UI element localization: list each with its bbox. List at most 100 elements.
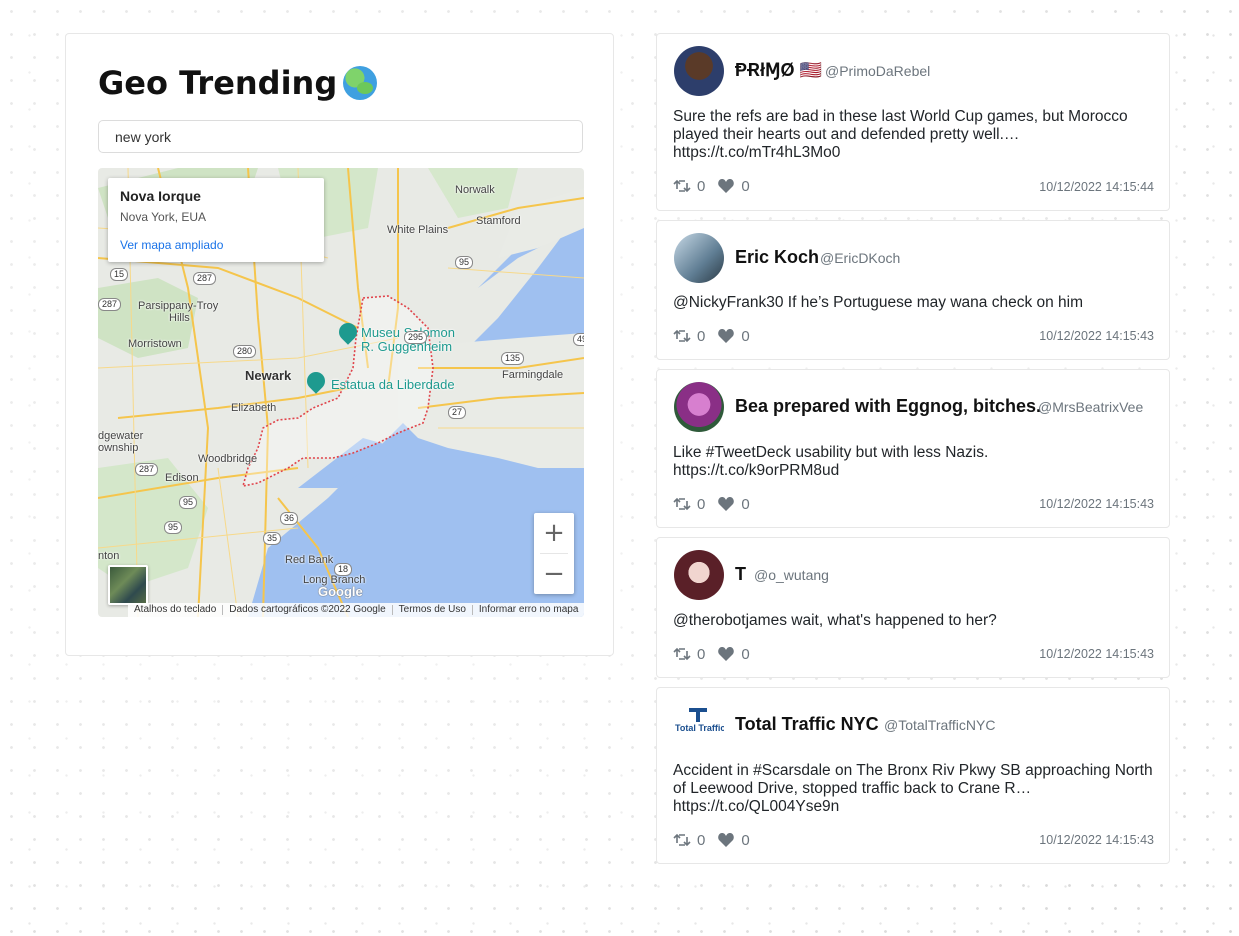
retweet-icon[interactable]: [673, 646, 691, 662]
route-shield: 495: [573, 333, 584, 346]
keyboard-shortcuts-link[interactable]: Atalhos do teclado: [128, 605, 224, 615]
route-shield: 15: [110, 268, 129, 281]
tweet-card: T @o_wutang @therobotjames wait, what's …: [656, 537, 1170, 678]
map-poi-statue-of-liberty[interactable]: Estatua da Liberdade: [331, 377, 455, 392]
route-shield: 287: [98, 298, 122, 311]
route-shield: 35: [263, 532, 282, 545]
heart-icon[interactable]: [717, 496, 735, 512]
tweet-author-handle: @EricDKoch: [820, 250, 901, 266]
tweet-author-name: T: [735, 564, 746, 584]
tweet-timestamp: 10/12/2022 14:15:43: [1039, 647, 1154, 661]
tweet-author-handle: @PrimoDaRebel: [825, 63, 931, 79]
retweet-icon[interactable]: [673, 178, 691, 194]
tweet-timestamp: 10/12/2022 14:15:43: [1039, 497, 1154, 511]
tweet-actions: 0 0: [673, 830, 762, 850]
route-shield: 280: [233, 345, 257, 358]
avatar[interactable]: [674, 382, 724, 432]
map-attribution-bar: Atalhos do teclado Dados cartográficos ©…: [128, 603, 584, 617]
satellite-toggle-button[interactable]: [108, 565, 148, 605]
retweet-icon[interactable]: [673, 328, 691, 344]
map-data-credit: Dados cartográficos ©2022 Google: [223, 605, 393, 615]
retweet-count: 0: [697, 177, 706, 195]
map-label-farmingdale: Farmingdale: [502, 369, 564, 381]
google-logo: Google: [318, 584, 363, 599]
retweet-count: 0: [697, 327, 706, 345]
map-label-edison: Edison: [165, 472, 199, 484]
route-shield: 287: [193, 272, 217, 285]
map-label-norwalk: Norwalk: [455, 184, 495, 196]
zoom-control: + −: [534, 513, 574, 594]
tweet-actions: 0 0: [673, 494, 762, 514]
route-shield: 135: [501, 352, 525, 365]
traffic-logo-text: Total Traffic: [675, 723, 724, 733]
tweet-author-name: Eric Koch: [735, 247, 820, 267]
like-count: 0: [741, 177, 750, 195]
globe-icon: [343, 66, 378, 100]
map-label-stamford: Stamford: [476, 215, 521, 227]
page-title: Geo Trending: [98, 64, 378, 102]
map-label-red-bank: Red Bank: [285, 554, 334, 566]
tweet-actions: 0 0: [673, 176, 762, 196]
map-label-township: ownship: [98, 442, 139, 454]
place-subtitle: Nova York, EUA: [120, 210, 207, 224]
geo-trending-panel: Geo Trending new york Norwalk Stamford W…: [65, 33, 614, 656]
route-shield: 287: [135, 463, 159, 476]
zoom-in-button[interactable]: +: [534, 513, 574, 553]
tweet-card: Bea prepared with Eggnog, bitches. @MrsB…: [656, 369, 1170, 528]
tweet-card: ⱣɌłⱮØ 🇺🇸 @PrimoDaRebel Sure the refs are…: [656, 33, 1170, 211]
avatar[interactable]: [674, 233, 724, 283]
tweet-text: Like #TweetDeck usability but with less …: [673, 444, 989, 479]
map-label-white-plains: White Plains: [387, 224, 449, 236]
location-search-input[interactable]: [98, 120, 583, 153]
tweet-author-handle: @o_wutang: [754, 567, 829, 583]
tweet-author-name: ⱣɌłⱮØ 🇺🇸: [735, 60, 822, 80]
tweet-text: @therobotjames wait, what's happened to …: [673, 612, 997, 629]
tweet-actions: 0 0: [673, 644, 762, 664]
larger-map-link[interactable]: Ver mapa ampliado: [120, 238, 223, 252]
zoom-out-button[interactable]: −: [534, 554, 574, 594]
like-count: 0: [741, 645, 750, 663]
place-info-card: Nova Iorque Nova York, EUA Ver mapa ampl…: [108, 178, 324, 262]
tweet-card: Eric Koch @EricDKoch @NickyFrank30 If he…: [656, 220, 1170, 360]
avatar[interactable]: Total Traffic: [674, 700, 724, 750]
avatar[interactable]: [674, 550, 724, 600]
retweet-count: 0: [697, 645, 706, 663]
tweet-card: Total Traffic Total Traffic NYC @TotalTr…: [656, 687, 1170, 864]
like-count: 0: [741, 327, 750, 345]
heart-icon[interactable]: [717, 646, 735, 662]
route-shield: 18: [334, 563, 353, 576]
map[interactable]: Norwalk Stamford White Plains Parsippany…: [98, 168, 584, 617]
route-shield: 27: [448, 406, 467, 419]
terms-link[interactable]: Termos de Uso: [393, 605, 473, 615]
tweet-author-name: Bea prepared with Eggnog, bitches.: [735, 396, 1042, 416]
heart-icon[interactable]: [717, 832, 735, 848]
route-shield: 95: [179, 496, 198, 509]
map-label-hills: Hills: [169, 312, 190, 324]
tweet-actions: 0 0: [673, 326, 762, 346]
tweet-timestamp: 10/12/2022 14:15:43: [1039, 329, 1154, 343]
route-shield: 295: [404, 331, 428, 344]
avatar[interactable]: [674, 46, 724, 96]
heart-icon[interactable]: [717, 328, 735, 344]
map-label-nton: nton: [98, 550, 120, 562]
tweet-text: @NickyFrank30 If he’s Portuguese may wan…: [673, 294, 1084, 311]
tweet-timestamp: 10/12/2022 14:15:43: [1039, 833, 1154, 847]
tweet-text: Accident in #Scarsdale on The Bronx Riv …: [673, 762, 1153, 815]
tweet-author-handle: @TotalTrafficNYC: [884, 717, 996, 733]
traffic-logo-stem: [696, 712, 700, 722]
tweet-timestamp: 10/12/2022 14:15:44: [1039, 180, 1154, 194]
map-label-elizabeth: Elizabeth: [231, 402, 277, 414]
tweet-author-name: Total Traffic NYC: [735, 714, 879, 734]
map-label-edgewater: dgewater: [98, 430, 144, 442]
route-shield: 95: [164, 521, 183, 534]
map-label-morristown: Morristown: [128, 338, 182, 350]
retweet-icon[interactable]: [673, 832, 691, 848]
report-error-link[interactable]: Informar erro no mapa: [473, 605, 584, 615]
map-label-newark: Newark: [245, 368, 292, 383]
route-shield: 36: [280, 512, 299, 525]
like-count: 0: [741, 831, 750, 849]
tweet-author-handle: @MrsBeatrixVee: [1038, 399, 1144, 415]
tweet-text: Sure the refs are bad in these last Worl…: [673, 108, 1128, 161]
retweet-icon[interactable]: [673, 496, 691, 512]
heart-icon[interactable]: [717, 178, 735, 194]
